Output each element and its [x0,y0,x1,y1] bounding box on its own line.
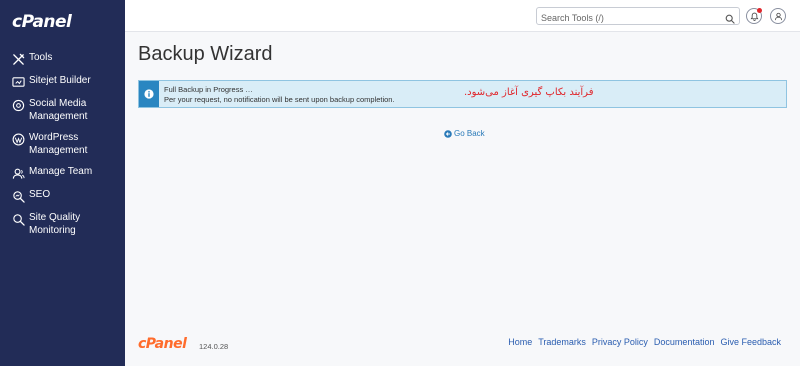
footer-link-give-feedback[interactable]: Give Feedback [720,337,781,347]
sidebar-item-label: WordPress Management [29,132,88,156]
version-number: 124.0.28 [199,342,229,351]
sidebar-item-label: Sitejet Builder [29,75,91,86]
user-icon [774,12,783,21]
wordpress-icon [12,133,25,146]
sitejet-icon [12,76,25,89]
sidebar-item-label: Site Quality Monitoring [29,212,81,236]
footer-links: Home Trademarks Privacy Policy Documenta… [508,337,781,347]
go-back-link[interactable]: Go Back [444,129,485,138]
footer-link-home[interactable]: Home [508,337,532,347]
sidebar-item-tools[interactable]: Tools [0,51,125,66]
search-box [536,7,740,26]
sidebar-item-manage-team[interactable]: Manage Team [0,165,125,180]
social-media-icon [12,99,25,112]
info-alert: Full Backup in Progress … Per your reque… [138,80,787,108]
notifications-button[interactable] [746,8,762,24]
alert-title: Full Backup in Progress … [164,85,253,94]
sidebar-item-wordpress-management[interactable]: WordPress Management [0,131,125,157]
sidebar: cPanel Tools Sitejet Builder Social Medi… [0,0,125,366]
sidebar-nav: Tools Sitejet Builder Social Media Manag… [0,47,125,237]
sidebar-item-label: Manage Team [29,166,93,177]
alert-annotation: فرآیند بکاپ گیری آغاز می‌شود. [464,87,594,98]
sidebar-item-social-media-management[interactable]: Social Media Management [0,97,125,123]
cpanel-logo[interactable]: cPanel [12,12,72,32]
notification-dot [757,8,762,13]
top-bar [125,0,800,32]
info-icon [144,89,154,99]
bell-icon [750,12,759,21]
seo-icon [12,190,25,203]
sidebar-item-label: Tools [29,52,53,63]
sidebar-item-sitejet-builder[interactable]: Sitejet Builder [0,74,125,89]
sidebar-item-seo[interactable]: SEO [0,188,125,203]
footer-link-documentation[interactable]: Documentation [654,337,715,347]
sidebar-item-label: Social Media Management [29,98,88,122]
team-icon [12,167,25,180]
page-title: Backup Wizard [138,43,273,65]
site-quality-icon [12,213,25,226]
search-icon[interactable] [725,11,735,24]
tools-icon [12,53,25,66]
footer-link-trademarks[interactable]: Trademarks [538,337,586,347]
sidebar-item-label: SEO [29,189,51,200]
user-menu-button[interactable] [770,8,786,24]
search-input[interactable] [537,10,717,26]
footer-link-privacy-policy[interactable]: Privacy Policy [592,337,648,347]
sidebar-item-site-quality-monitoring[interactable]: Site Quality Monitoring [0,211,125,237]
footer-cpanel-logo[interactable]: cPanel [138,336,187,352]
alert-icon-box [139,81,159,107]
go-back-label: Go Back [454,129,485,138]
alert-message: Per your request, no notification will b… [164,95,395,104]
arrow-left-circle-icon [444,129,452,138]
